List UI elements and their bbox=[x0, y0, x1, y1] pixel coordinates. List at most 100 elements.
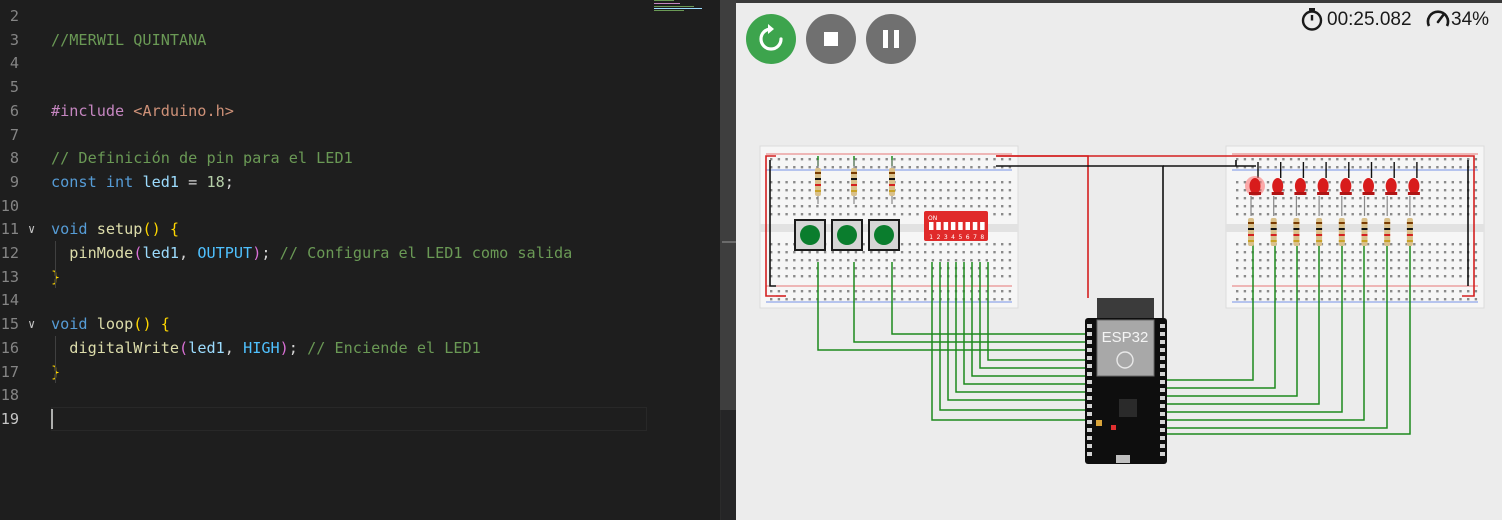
code-token: ) bbox=[279, 338, 289, 357]
code-token: ; bbox=[224, 172, 234, 191]
resistor-band bbox=[815, 172, 821, 174]
line-number: 10 bbox=[0, 196, 19, 215]
current-line-highlight bbox=[51, 406, 647, 431]
code-line[interactable]: 10 bbox=[0, 194, 720, 218]
esp32-pin bbox=[1087, 420, 1092, 424]
indent-guide bbox=[55, 241, 56, 289]
dip-switch-number: 4 bbox=[951, 234, 955, 241]
esp32-pin bbox=[1087, 444, 1092, 448]
esp32-pin bbox=[1160, 380, 1165, 384]
code-line[interactable]: 11 ∨ void setup() { bbox=[0, 217, 720, 241]
code-line[interactable]: 15 ∨ void loop() { bbox=[0, 312, 720, 336]
code-line[interactable]: 12 pinMode(led1, OUTPUT); // Configura e… bbox=[0, 241, 720, 265]
line-number: 12 bbox=[0, 244, 19, 262]
line-number: 14 bbox=[0, 291, 19, 310]
push-button-cap bbox=[874, 225, 894, 245]
code-line[interactable]: 18 bbox=[0, 383, 720, 407]
esp32-pin bbox=[1087, 364, 1092, 368]
resistor-band bbox=[1338, 234, 1345, 236]
code-line[interactable]: 14 bbox=[0, 288, 720, 312]
code-token: ; bbox=[261, 244, 280, 262]
resistor-band bbox=[1384, 240, 1391, 242]
esp32-pin bbox=[1087, 396, 1092, 400]
code-line[interactable]: 13} bbox=[0, 265, 720, 289]
esp32-pin bbox=[1160, 348, 1165, 352]
dip-switch[interactable]: ON 12345678 bbox=[924, 211, 988, 241]
esp32-pin bbox=[1160, 436, 1165, 440]
fold-chevron-icon[interactable]: ∨ bbox=[28, 217, 35, 241]
push-buttons[interactable] bbox=[794, 219, 900, 251]
dip-switch-number: 7 bbox=[973, 234, 977, 241]
code-token: 18 bbox=[206, 172, 225, 191]
resistor-band bbox=[1293, 234, 1300, 236]
esp32-pin bbox=[1087, 452, 1092, 456]
code-line[interactable]: 17} bbox=[0, 360, 720, 384]
resistor-band bbox=[815, 178, 821, 180]
code-token: led1 bbox=[188, 338, 225, 357]
led bbox=[1408, 178, 1420, 194]
push-button-cap bbox=[837, 225, 857, 245]
led-base bbox=[1294, 192, 1307, 195]
line-number: 9 bbox=[9, 172, 19, 191]
code-line[interactable]: 8 // Definición de pin para el LED1 bbox=[0, 146, 720, 170]
esp32-board[interactable]: ESP32 bbox=[1085, 298, 1167, 464]
code-token: pinMode bbox=[69, 244, 134, 262]
resistor-band bbox=[1248, 234, 1254, 236]
code-line[interactable]: 6 #include <Arduino.h> bbox=[0, 99, 720, 123]
led bbox=[1385, 178, 1397, 194]
esp32-pin bbox=[1160, 356, 1165, 360]
code-token: // Configura el LED1 como salida bbox=[279, 244, 573, 262]
code-text: #include <Arduino.h> bbox=[51, 99, 234, 123]
resistor-band bbox=[1361, 234, 1368, 236]
dip-switch-key bbox=[936, 222, 941, 230]
code-line[interactable]: 2 bbox=[0, 4, 720, 28]
esp32-pin bbox=[1087, 324, 1092, 328]
code-line[interactable]: 16 digitalWrite(led1, HIGH); // Enciende… bbox=[0, 336, 720, 360]
resistor-band bbox=[1338, 222, 1345, 224]
minimap[interactable] bbox=[652, 0, 714, 14]
resistor-band bbox=[815, 184, 821, 186]
resistor-band bbox=[1270, 234, 1277, 236]
dip-switch-number: 6 bbox=[966, 234, 970, 241]
resistor-band bbox=[1316, 234, 1323, 236]
code-text: digitalWrite(led1, HIGH); // Enciende el… bbox=[51, 336, 481, 360]
code-token: ( bbox=[179, 338, 189, 357]
resistor-band bbox=[1270, 240, 1277, 242]
code-line[interactable]: 7 bbox=[0, 123, 720, 147]
resistor-band bbox=[1361, 222, 1368, 224]
code-token: () { bbox=[142, 220, 180, 239]
minimap-line bbox=[654, 0, 674, 1]
esp32-pin bbox=[1160, 332, 1165, 336]
code-text: void setup() { bbox=[51, 217, 179, 241]
code-token: = bbox=[179, 172, 207, 191]
resistor-band bbox=[1316, 228, 1323, 230]
resistor-band bbox=[1384, 228, 1391, 230]
code-token: void bbox=[51, 220, 97, 239]
esp32-pin bbox=[1160, 412, 1165, 416]
resistor-band bbox=[1293, 228, 1300, 230]
esp32-pin bbox=[1160, 364, 1165, 368]
line-number: 17 bbox=[0, 362, 19, 381]
fold-chevron-icon[interactable]: ∨ bbox=[28, 312, 35, 336]
resistor-band bbox=[1248, 222, 1254, 224]
code-line[interactable]: 9 const int led1 = 18; bbox=[0, 170, 720, 194]
code-line[interactable]: 19 bbox=[0, 406, 720, 431]
esp32-pin bbox=[1087, 404, 1092, 408]
minimap-line bbox=[654, 10, 684, 11]
esp32-label: ESP32 bbox=[1102, 329, 1149, 346]
dip-switch-number: 3 bbox=[944, 234, 948, 241]
code-editor[interactable]: 2 3 //MERWIL QUINTANA 4 5 6 #include <Arduino.… bbox=[0, 0, 736, 520]
esp32-pin bbox=[1160, 372, 1165, 376]
code-token: int bbox=[105, 172, 143, 191]
code-line[interactable]: 4 bbox=[0, 51, 720, 75]
circuit-diagram[interactable]: ON 12345678 ESP32 bbox=[736, 0, 1502, 520]
code-line[interactable]: 3 //MERWIL QUINTANA bbox=[0, 28, 720, 52]
editor-scrollbar-thumb[interactable] bbox=[720, 0, 736, 410]
minimap-line bbox=[654, 3, 680, 4]
resistor-band bbox=[1361, 240, 1368, 242]
resistor-band bbox=[851, 190, 857, 192]
code-token: void bbox=[51, 315, 97, 334]
code-line[interactable]: 5 bbox=[0, 75, 720, 99]
led-base bbox=[1249, 192, 1261, 195]
